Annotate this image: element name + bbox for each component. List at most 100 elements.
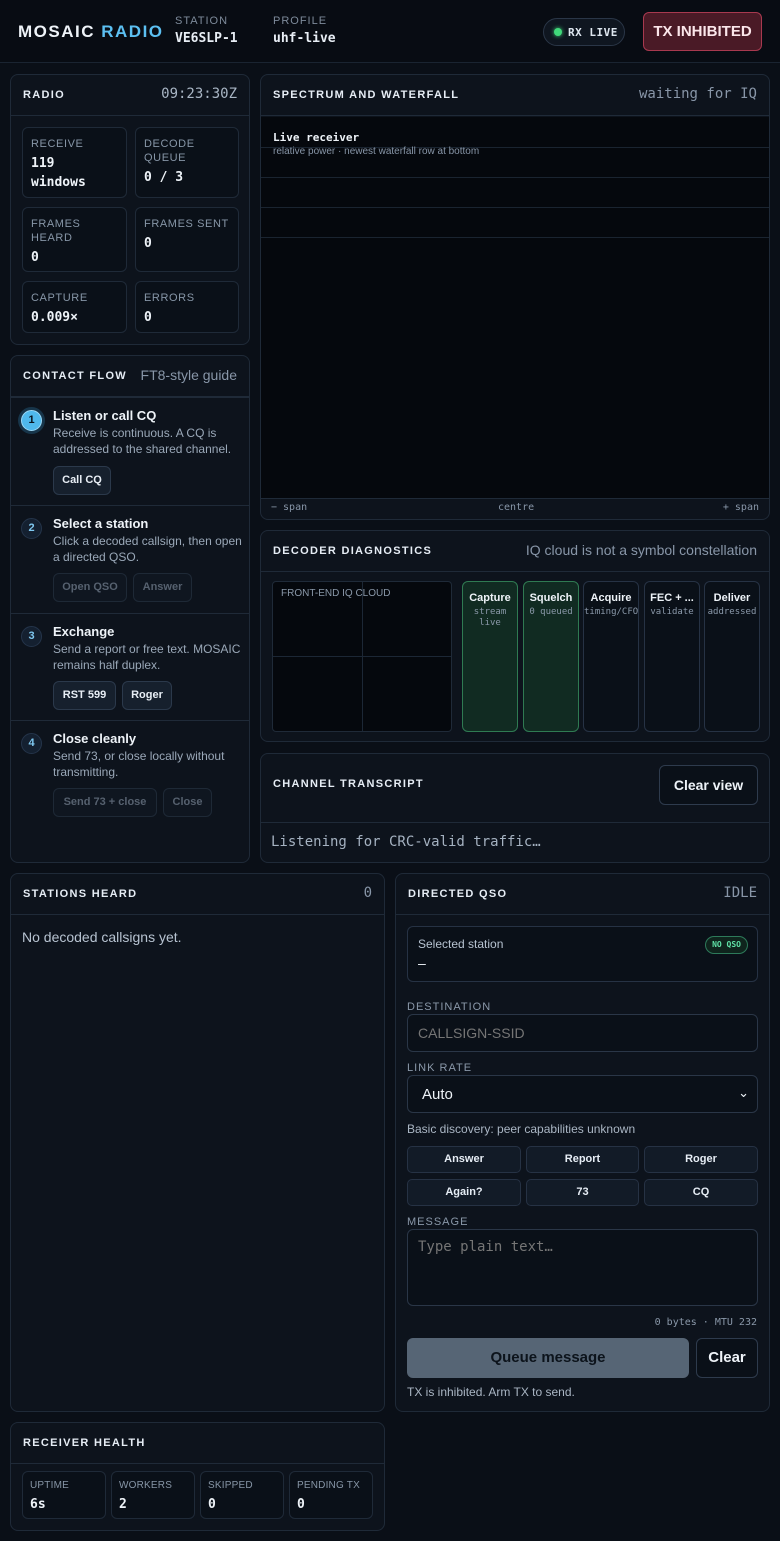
send-73-close-button[interactable]: Send 73 + close [53,788,157,817]
radio-clock: 09:23:30Z [161,86,237,102]
close-button[interactable]: Close [163,788,212,817]
selected-station-label: Selected station [418,937,504,951]
stations-count: 0 [363,885,372,901]
profile-label: PROFILE [273,15,328,27]
health-pending-tx: PENDING TX 0 [289,1471,373,1519]
channel-transcript-panel: CHANNEL TRANSCRIPT Clear view Listening … [260,753,770,863]
quick-answer-button[interactable]: Answer [407,1146,521,1173]
step-title: Listen or call CQ [53,408,157,423]
stage-name: Acquire [590,592,632,604]
step-number: 4 [21,733,42,754]
stat-value: 6s [30,1497,46,1512]
radio-panel-header: RADIO 09:23:30Z [11,75,249,116]
destination-label: DESTINATION [407,1001,492,1013]
call-cq-button[interactable]: Call CQ [53,466,111,495]
selected-station-value: – [418,955,426,971]
axis-right-label: + span [722,502,759,513]
step-number: 3 [21,626,42,647]
stage-status: 0 queued [529,607,573,617]
directed-qso-panel: DIRECTED QSO IDLE Selected station – NO … [395,873,770,1412]
spectrum-header: SPECTRUM AND WATERFALL waiting for IQ [261,75,769,116]
clear-message-button[interactable]: Clear [696,1338,758,1378]
step-number: 1 [21,410,42,431]
qso-header: DIRECTED QSO IDLE [396,874,769,915]
stat-value: 0 [297,1497,305,1512]
profile-value: uhf-live [273,31,336,46]
quick-report-button[interactable]: Report [526,1146,639,1173]
qso-status-badge: NO QSO [705,936,748,954]
health-skipped: SKIPPED 0 [200,1471,284,1519]
clear-view-button[interactable]: Clear view [659,765,758,805]
quick-cq-button[interactable]: CQ [644,1179,758,1206]
tx-inhibited-note: TX is inhibited. Arm TX to send. [407,1385,575,1399]
stations-header: STATIONS HEARD 0 [11,874,384,915]
station-value: VE6SLP-1 [175,31,238,46]
pipeline-stage-acquire: Acquire timing/CFO [583,581,639,732]
step-description: Receive is continuous. A CQ is addressed… [53,426,232,456]
pipeline-stage-deliver: Deliver addressed [704,581,760,732]
roger-button[interactable]: Roger [122,681,172,710]
contact-step-4: 4 Close cleanly Send 73, or close locall… [11,720,249,862]
rst-599-button[interactable]: RST 599 [53,681,116,710]
byte-count: 0 bytes · MTU 232 [654,1317,757,1328]
station-label: STATION [175,15,229,27]
step-description: Send 73, or close locally without transm… [53,749,225,779]
axis-center-label: centre [498,502,535,513]
pipeline-stage-squelch: Squelch 0 queued [523,581,579,732]
stat-label: FRAMES SENT [144,218,229,230]
spectrum-canvas[interactable]: Live receiver relative power · newest wa… [261,117,769,498]
open-qso-button[interactable]: Open QSO [53,573,127,602]
stat-frames-sent: FRAMES SENT 0 [135,207,239,272]
discovery-text: Basic discovery: peer capabilities unkno… [407,1122,636,1136]
stat-value: 2 [119,1497,127,1512]
spectrum-title: SPECTRUM AND WATERFALL [273,89,460,101]
quick-73-button[interactable]: 73 [526,1179,639,1206]
radio-panel: RADIO 09:23:30Z RECEIVE 119 windows DECO… [10,74,250,345]
step-description: Send a report or free text. MOSAIC remai… [53,642,241,672]
iq-cloud-plot: FRONT-END IQ CLOUD [272,581,452,732]
brand-main: MOSAIC [18,22,95,41]
pipeline-stage-capture: Capture stream live [462,581,518,732]
answer-button[interactable]: Answer [133,573,192,602]
contact-flow-header: CONTACT FLOW FT8-style guide [11,356,249,397]
spectrum-overlay-title: Live receiver [273,131,360,144]
stage-status: addressed [707,607,757,617]
stat-label: DECODE QUEUE [144,138,195,164]
stations-heard-panel: STATIONS HEARD 0 No decoded callsigns ye… [10,873,385,1412]
stat-label: SKIPPED [208,1480,253,1491]
stations-title: STATIONS HEARD [23,888,138,900]
stage-name: Squelch [529,592,573,604]
contact-flow-subtitle: FT8-style guide [140,367,237,383]
link-rate-select[interactable]: Auto ⌄ [407,1075,758,1113]
quick-roger-button[interactable]: Roger [644,1146,758,1173]
stat-value: 0 [31,250,39,265]
contact-step-2: 2 Select a station Click a decoded calls… [11,505,249,613]
spectrum-overlay-subtitle: relative power · newest waterfall row at… [273,146,480,157]
contact-flow-title: CONTACT FLOW [23,370,127,382]
destination-input[interactable] [407,1014,758,1052]
decoder-diagnostics-panel: DECODER DIAGNOSTICS IQ cloud is not a sy… [260,530,770,742]
stat-value: 0 [144,236,152,251]
stat-value: 0.009× [31,310,78,325]
stage-status: validate [650,607,694,617]
step-title: Exchange [53,624,115,639]
tx-toggle-button[interactable]: TX INHIBITED [643,12,762,51]
stations-empty-text: No decoded callsigns yet. [22,929,182,945]
contact-step-1: 1 Listen or call CQ Receive is continuou… [11,397,249,505]
brand-accent: RADIO [101,22,164,41]
step-title: Close cleanly [53,731,137,746]
transcript-title: CHANNEL TRANSCRIPT [273,778,424,790]
qso-state: IDLE [723,885,757,901]
spectrum-status: waiting for IQ [638,86,757,102]
queue-message-button[interactable]: Queue message [407,1338,689,1378]
grid-line [261,177,769,178]
stage-status: stream live [473,607,507,628]
health-workers: WORKERS 2 [111,1471,195,1519]
chevron-down-icon: ⌄ [738,1085,749,1100]
iq-cloud-label: FRONT-END IQ CLOUD [281,588,391,599]
quick-again-button[interactable]: Again? [407,1179,521,1206]
link-rate-value: Auto [422,1086,453,1103]
message-textarea[interactable] [407,1229,758,1306]
top-bar: MOSAIC RADIO STATION VE6SLP-1 PROFILE uh… [0,0,780,63]
spectrum-panel: SPECTRUM AND WATERFALL waiting for IQ Li… [260,74,770,520]
